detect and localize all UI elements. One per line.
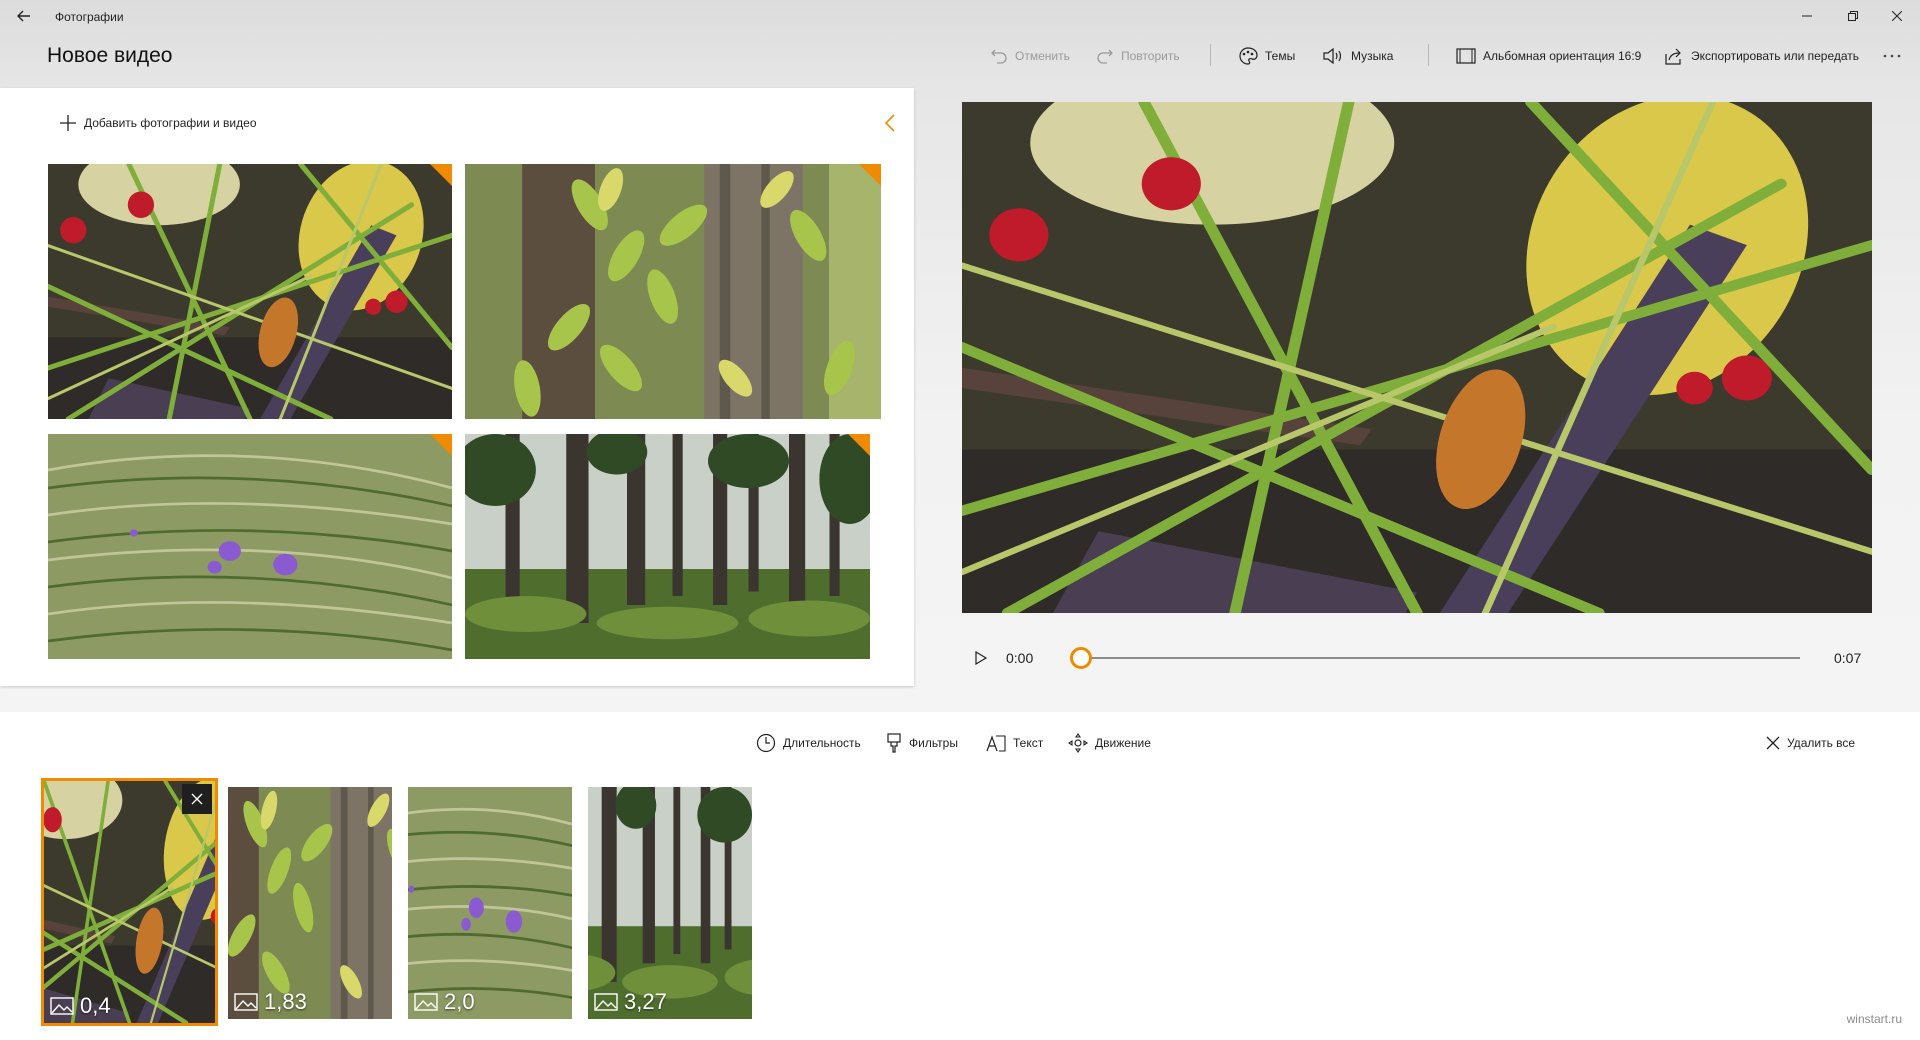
photo-icon [594,993,618,1011]
clock-icon [756,733,776,753]
seek-bar[interactable] [1080,657,1800,659]
collapse-library-button[interactable] [880,112,900,134]
aspect-ratio-label: Альбомная ориентация 16:9 [1483,49,1642,63]
card-thumbnail [44,781,215,1023]
page-title: Новое видео [47,44,173,67]
undo-button[interactable]: Отменить [990,44,1070,68]
title-bar: Фотографии [0,0,1920,32]
card-thumbnail [588,787,752,1019]
speaker-icon [1322,47,1344,65]
close-icon [1892,11,1902,21]
minimize-icon [1802,11,1812,21]
card-duration: 3,27 [594,989,667,1015]
themes-label: Темы [1265,49,1296,63]
music-label: Музыка [1351,49,1394,63]
card-duration-value: 0,4 [80,993,111,1018]
themes-button[interactable]: Темы [1238,44,1295,68]
add-media-label: Добавить фотографии и видео [84,116,257,130]
filters-label: Фильтры [909,736,958,750]
text-label: Текст [1013,736,1044,750]
text-button[interactable]: Текст [986,732,1043,754]
rowan-photo [465,164,881,419]
card-duration-value: 2,0 [444,989,475,1014]
motion-icon [1068,733,1088,753]
remove-all-label: Удалить все [1787,736,1856,750]
card-duration: 0,4 [50,993,111,1019]
seek-handle[interactable] [1070,647,1092,669]
minimize-button[interactable] [1784,0,1830,32]
motion-button[interactable]: Движение [1068,732,1151,754]
remove-card-button[interactable] [182,784,212,814]
storyboard-card[interactable]: 0,4 [41,778,218,1026]
more-icon [1882,53,1902,59]
play-button[interactable] [972,648,990,668]
redo-icon [1096,47,1114,65]
card-duration: 2,0 [414,989,475,1015]
chevron-left-icon [885,114,895,132]
export-button[interactable]: Экспортировать или передать [1664,44,1859,68]
card-duration-value: 3,27 [624,989,667,1014]
preview-frame [962,102,1872,613]
undo-icon [990,47,1008,65]
forest-photo [465,434,870,659]
close-icon [191,793,203,805]
close-icon [1766,736,1780,750]
app-title: Фотографии [55,10,124,24]
back-button[interactable] [10,5,38,27]
redo-button[interactable]: Повторить [1096,44,1180,68]
brush-icon [886,733,902,753]
card-thumbnail [408,787,572,1019]
restore-icon [1848,11,1858,21]
in-project-marker [430,434,452,456]
library-item-forest[interactable] [465,434,870,659]
maximize-button[interactable] [1830,0,1876,32]
in-project-marker [848,434,870,456]
text-icon [986,734,1006,752]
card-duration-value: 1,83 [264,989,307,1014]
current-time: 0:00 [1006,650,1034,666]
redo-label: Повторить [1121,49,1180,63]
play-icon [975,651,987,665]
remove-all-button[interactable]: Удалить все [1766,732,1855,754]
toolbar-separator [1210,44,1211,66]
back-arrow-icon [17,10,31,22]
storyboard-card[interactable]: 2,0 [408,787,572,1019]
photo-icon [50,997,74,1015]
plus-icon [60,115,76,131]
photo-icon [234,993,258,1011]
in-project-marker [430,164,452,186]
toolbar-separator [1428,44,1429,66]
in-project-marker [859,164,881,186]
share-icon [1664,47,1684,65]
more-button[interactable] [1882,44,1902,68]
aspect-ratio-button[interactable]: Альбомная ориентация 16:9 [1456,44,1641,68]
grass-photo [48,434,452,659]
export-label: Экспортировать или передать [1691,49,1860,63]
duration-label: Длительность [783,736,861,750]
duration-button[interactable]: Длительность [756,732,861,754]
music-button[interactable]: Музыка [1322,44,1393,68]
leaves-photo [48,164,452,419]
palette-icon [1238,47,1258,65]
storyboard-card[interactable]: 3,27 [588,787,752,1019]
card-thumbnail [228,787,392,1019]
video-preview[interactable] [962,102,1872,613]
photo-icon [414,993,438,1011]
total-time: 0:07 [1834,650,1862,666]
storyboard-card[interactable]: 1,83 [228,787,392,1019]
add-media-button[interactable]: Добавить фотографии и видео [60,115,257,131]
aspect-ratio-icon [1456,48,1476,64]
watermark: winstart.ru [1846,1012,1902,1026]
undo-label: Отменить [1015,49,1070,63]
library-item-rowan[interactable] [465,164,881,419]
motion-label: Движение [1095,736,1151,750]
filters-button[interactable]: Фильтры [886,732,958,754]
library-item-grass[interactable] [48,434,452,659]
library-item-leaves[interactable] [48,164,452,419]
close-window-button[interactable] [1874,0,1920,32]
card-duration: 1,83 [234,989,307,1015]
